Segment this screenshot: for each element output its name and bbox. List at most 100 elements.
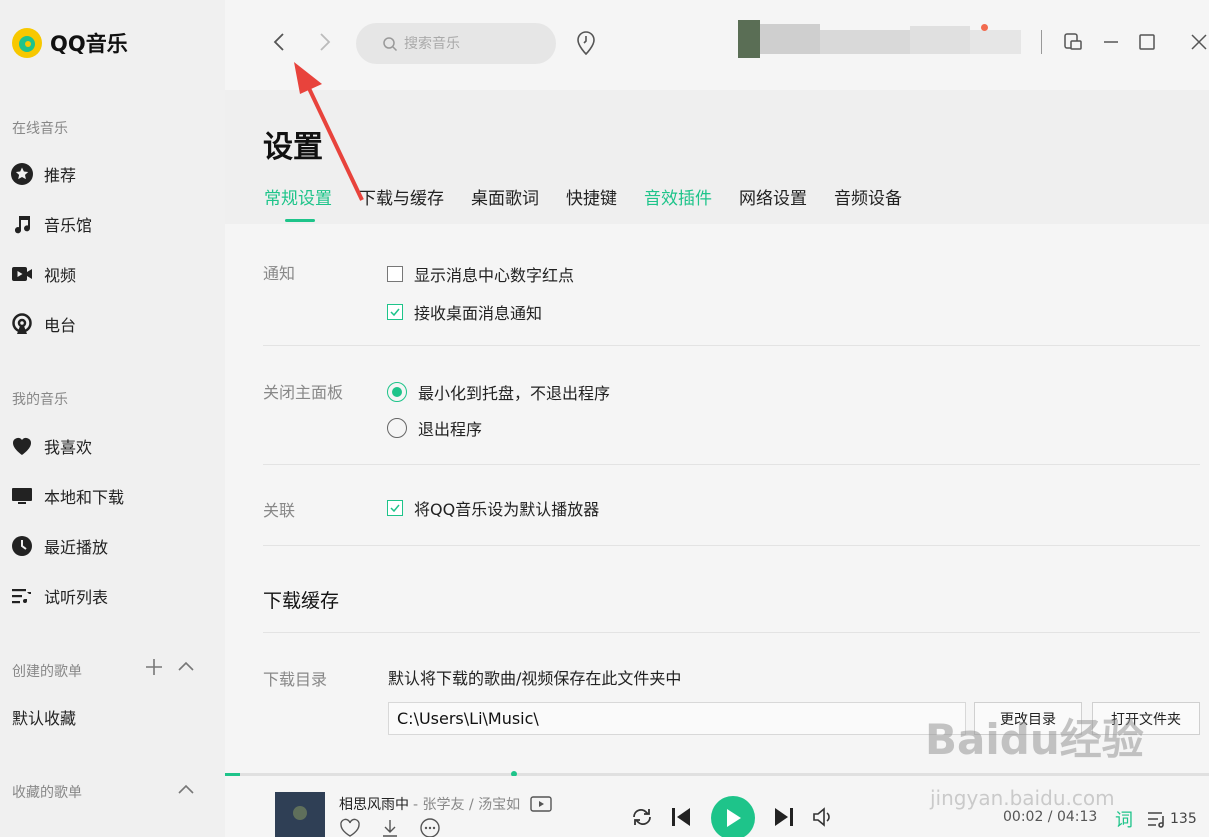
tab-network[interactable]: 网络设置	[739, 184, 807, 221]
lyrics-button[interactable]: 词	[1115, 806, 1133, 832]
chevron-up-icon[interactable]	[177, 781, 195, 803]
sidebar-item-label: 电台	[44, 316, 77, 335]
sidebar-item-music-hall[interactable]: 音乐馆	[10, 209, 215, 239]
created-playlist-tools	[145, 657, 195, 681]
back-button[interactable]	[266, 28, 294, 56]
star-icon	[11, 163, 33, 185]
radio-checked[interactable]	[387, 382, 407, 402]
option-desktop-notify[interactable]: 接收桌面消息通知	[387, 300, 542, 324]
queue-count: 135	[1170, 811, 1197, 827]
chevron-right-icon	[320, 33, 331, 51]
top-bar	[225, 0, 1209, 90]
search-box[interactable]	[356, 23, 556, 64]
radio-unchecked[interactable]	[387, 418, 407, 438]
sidebar-item-recent[interactable]: 最近播放	[10, 531, 215, 561]
previous-icon	[672, 808, 690, 826]
mini-mode-button[interactable]	[1061, 30, 1085, 54]
option-default-player[interactable]: 将QQ音乐设为默认播放器	[387, 496, 599, 520]
chevron-up-icon[interactable]	[177, 657, 195, 681]
divider	[263, 345, 1200, 346]
minimize-button[interactable]	[1099, 30, 1123, 54]
previous-button[interactable]	[669, 806, 693, 828]
tab-shortcuts[interactable]: 快捷键	[566, 184, 617, 221]
divider	[263, 545, 1200, 546]
repeat-button[interactable]	[630, 806, 654, 828]
option-label: 将QQ音乐设为默认播放器	[414, 500, 600, 519]
sidebar-item-radio[interactable]: 电台	[10, 309, 215, 339]
volume-button[interactable]	[811, 806, 835, 828]
collected-playlists-title: 收藏的歌单	[12, 785, 82, 801]
divider	[263, 632, 1200, 633]
album-cover[interactable]	[275, 792, 325, 837]
sidebar-item-favorites[interactable]: 我喜欢	[10, 431, 215, 461]
maximize-button[interactable]	[1135, 30, 1159, 54]
download-dir-label: 下载目录	[263, 670, 328, 689]
option-show-red-dot[interactable]: 显示消息中心数字红点	[387, 262, 574, 286]
option-label: 退出程序	[418, 420, 483, 439]
tab-audio-device[interactable]: 音频设备	[834, 184, 902, 221]
playlist-default-favorites[interactable]: 默认收藏	[12, 702, 217, 732]
chevron-left-icon	[273, 33, 284, 51]
add-icon[interactable]	[145, 657, 163, 681]
sidebar-item-label: 试听列表	[44, 588, 109, 607]
option-exit-program[interactable]: 退出程序	[387, 416, 482, 440]
sidebar-item-video[interactable]: 视频	[10, 259, 215, 289]
forward-button[interactable]	[310, 28, 338, 56]
check-icon	[390, 308, 400, 317]
tab-desktop-lyrics[interactable]: 桌面歌词	[471, 184, 539, 221]
download-cache-heading: 下载缓存	[263, 590, 340, 612]
heart-icon[interactable]	[339, 818, 361, 837]
queue-icon	[1148, 812, 1164, 828]
baidu-watermark-url: jingyan.baidu.com	[930, 786, 1115, 810]
my-music-title: 我的音乐	[12, 392, 68, 408]
total-time: 04:13	[1056, 809, 1098, 825]
play-queue-button[interactable]: 135	[1146, 810, 1197, 828]
more-icon[interactable]	[419, 818, 441, 837]
song-info: 相思风雨中 - 张学友 / 汤宝如	[339, 794, 552, 814]
minimize-icon	[1104, 41, 1118, 43]
sidebar-item-local-download[interactable]: 本地和下载	[10, 481, 215, 511]
qq-music-logo-icon	[12, 28, 42, 58]
next-button[interactable]	[772, 806, 796, 828]
current-time: 00:02	[1003, 809, 1044, 825]
clock-icon	[12, 536, 32, 556]
song-artist[interactable]: - 张学友 / 汤宝如	[413, 794, 520, 814]
mini-mode-icon	[1064, 33, 1082, 50]
checkbox-checked[interactable]	[387, 304, 403, 320]
song-actions	[339, 818, 441, 837]
search-input[interactable]	[404, 35, 544, 52]
heart-icon	[13, 438, 31, 455]
tab-sound-plugins[interactable]: 音效插件	[644, 184, 712, 221]
sidebar-item-trial-list[interactable]: 试听列表	[10, 581, 215, 611]
sidebar-item-label: 音乐馆	[44, 216, 93, 235]
close-panel-label: 关闭主面板	[263, 383, 344, 402]
close-button[interactable]	[1187, 30, 1209, 54]
sidebar-item-recommend[interactable]: 推荐	[10, 159, 215, 189]
tab-download-cache[interactable]: 下载与缓存	[359, 184, 444, 221]
time-separator: /	[1043, 809, 1057, 825]
song-title[interactable]: 相思风雨中	[339, 794, 409, 814]
play-button[interactable]	[711, 796, 755, 837]
settings-header: 设置 常规设置 下载与缓存 桌面歌词 快捷键 音效插件 网络设置 音频设备	[225, 90, 1209, 224]
location-pin-icon	[577, 31, 595, 56]
user-profile-blurred[interactable]	[738, 20, 1021, 58]
playlist-icon	[12, 589, 31, 604]
window-controls-divider	[1041, 30, 1042, 54]
repeat-icon	[633, 809, 651, 825]
settings-page: 设置 常规设置 下载与缓存 桌面歌词 快捷键 音效插件 网络设置 音频设备 通知…	[225, 90, 1209, 773]
download-path-field[interactable]	[388, 702, 966, 735]
recognize-music-button[interactable]	[575, 30, 597, 60]
option-label: 显示消息中心数字红点	[414, 266, 575, 285]
playback-time: 00:02 / 04:13	[1003, 809, 1097, 825]
annotation-arrow-icon	[294, 62, 364, 201]
notification-dot	[981, 24, 988, 31]
option-minimize-tray[interactable]: 最小化到托盘，不退出程序	[387, 380, 610, 404]
checkbox-checked[interactable]	[387, 500, 403, 516]
app-logo[interactable]: QQ音乐	[12, 28, 128, 58]
next-icon	[775, 808, 793, 826]
download-icon[interactable]	[379, 818, 401, 837]
mv-icon[interactable]	[530, 796, 552, 812]
sidebar: QQ音乐 在线音乐 推荐 音乐馆 视频 电台 我的音乐 我喜欢 本地和下载 最近…	[0, 0, 225, 837]
checkbox-unchecked[interactable]	[387, 266, 403, 282]
download-dir-description: 默认将下载的歌曲/视频保存在此文件夹中	[388, 669, 682, 688]
